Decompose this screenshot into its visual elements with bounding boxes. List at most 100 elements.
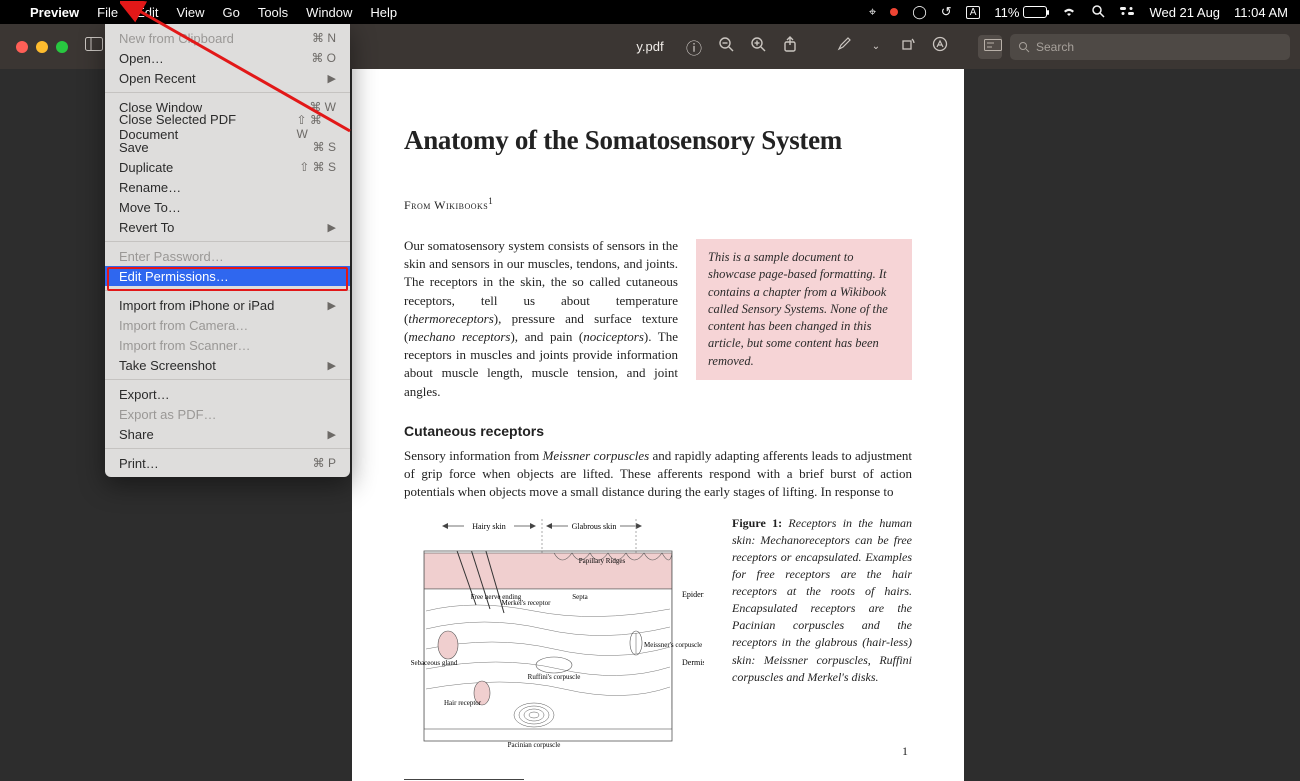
wifi-icon[interactable]	[1061, 5, 1077, 20]
menu-item-label: Revert To	[119, 220, 174, 235]
svg-text:Ruffini's corpuscle: Ruffini's corpuscle	[528, 673, 581, 681]
file-menu-item[interactable]: Export…	[105, 384, 350, 404]
battery-percent-label: 11%	[994, 5, 1019, 20]
status-icon-1[interactable]: ⌖	[869, 4, 876, 20]
submenu-chevron-icon: ▶	[328, 359, 336, 372]
rotate-icon[interactable]	[896, 36, 920, 57]
submenu-chevron-icon: ▶	[328, 299, 336, 312]
highlight-mode-chevron-icon[interactable]: ⌄	[864, 41, 888, 52]
menu-item-label: New from Clipboard	[119, 31, 234, 46]
file-menu-dropdown: New from Clipboard ⌘ N Open… ⌘ O Open Recent…	[105, 24, 350, 477]
menu-item-shortcut: ⇧ ⌘ S	[299, 160, 336, 174]
submenu-chevron-icon: ▶	[328, 72, 336, 85]
file-menu-item[interactable]: Import from iPhone or iPad▶	[105, 295, 350, 315]
menu-item-label: Save	[119, 140, 149, 155]
file-menu-item[interactable]: Open Recent ▶	[105, 68, 350, 88]
battery-status[interactable]: 11%	[994, 5, 1047, 20]
menu-edit[interactable]: Edit	[136, 5, 158, 20]
window-zoom-button[interactable]	[56, 41, 68, 53]
zoom-out-icon[interactable]	[714, 36, 738, 57]
info-icon[interactable]: ⓘ	[682, 35, 706, 59]
menu-item-shortcut: ⌘ N	[312, 31, 336, 45]
search-field[interactable]: Search	[1010, 34, 1290, 60]
document-title: y.pdf	[636, 39, 663, 54]
svg-text:Papillary Ridges: Papillary Ridges	[579, 557, 626, 565]
submenu-chevron-icon: ▶	[328, 428, 336, 441]
spotlight-icon[interactable]	[1091, 4, 1105, 21]
menu-item-label: Edit Permissions…	[119, 269, 229, 284]
sidebar-toggle-icon[interactable]	[82, 37, 106, 56]
file-menu-item[interactable]: Close Selected PDF Document⇧ ⌘ W	[105, 117, 350, 137]
svg-text:Sebaceous gland: Sebaceous gland	[411, 659, 458, 667]
search-placeholder: Search	[1036, 40, 1074, 54]
menu-go[interactable]: Go	[222, 5, 239, 20]
menubar-date[interactable]: Wed 21 Aug	[1149, 5, 1220, 20]
file-menu-item[interactable]: Duplicate ⇧ ⌘ S	[105, 157, 350, 177]
file-menu-item[interactable]: Revert To▶	[105, 217, 350, 237]
footnote-rule	[404, 779, 524, 780]
pdf-page: Anatomy of the Somatosensory System From…	[352, 69, 964, 781]
menu-window[interactable]: Window	[306, 5, 352, 20]
file-menu-item[interactable]: Share ▶	[105, 424, 350, 444]
window-minimize-button[interactable]	[36, 41, 48, 53]
window-controls	[0, 41, 68, 53]
form-fill-icon[interactable]	[978, 35, 1002, 59]
menubar-time[interactable]: 11:04 AM	[1234, 5, 1288, 20]
menu-item-label: Share	[119, 427, 154, 442]
file-menu-item: Export as PDF…	[105, 404, 350, 424]
menu-item-label: Open Recent	[119, 71, 196, 86]
svg-text:Glabrous skin: Glabrous skin	[572, 522, 617, 531]
menu-item-label: Open…	[119, 51, 164, 66]
menu-item-shortcut: ⌘ S	[313, 140, 336, 154]
menu-item-label: Move To…	[119, 200, 181, 215]
recording-indicator-icon[interactable]	[890, 8, 898, 16]
app-name-menu[interactable]: Preview	[30, 5, 79, 20]
markup-icon[interactable]	[928, 36, 952, 57]
menu-item-label: Import from Scanner…	[119, 338, 251, 353]
input-source-indicator[interactable]: A	[966, 6, 981, 19]
svg-text:Meissner's corpuscle: Meissner's corpuscle	[644, 641, 702, 649]
menu-item-label: Duplicate	[119, 160, 173, 175]
control-center-icon[interactable]	[1119, 5, 1135, 20]
page-title: Anatomy of the Somatosensory System	[404, 125, 912, 156]
menu-tools[interactable]: Tools	[258, 5, 288, 20]
time-machine-icon[interactable]: ↺	[941, 4, 952, 20]
page-number: 1	[902, 744, 908, 759]
window-close-button[interactable]	[16, 41, 28, 53]
file-menu-item[interactable]: Print…⌘ P	[105, 453, 350, 473]
svg-text:Merkel's receptor: Merkel's receptor	[502, 599, 552, 607]
menu-item-label: Close Selected PDF Document	[119, 112, 296, 142]
menu-item-shortcut: ⌘ W	[309, 100, 336, 114]
svg-text:Dermis: Dermis	[682, 658, 704, 667]
file-menu-item[interactable]: Rename…	[105, 177, 350, 197]
file-menu-item: New from Clipboard ⌘ N	[105, 28, 350, 48]
menu-item-shortcut: ⌘ O	[311, 51, 336, 65]
svg-text:Epidermis: Epidermis	[682, 590, 704, 599]
menu-help[interactable]: Help	[370, 5, 397, 20]
menu-item-shortcut: ⇧ ⌘ W	[296, 113, 336, 141]
file-menu-item: Import from Scanner…	[105, 335, 350, 355]
share-icon[interactable]	[778, 36, 802, 57]
file-menu-item[interactable]: Edit Permissions…	[105, 266, 350, 286]
sample-callout: This is a sample document to showcase pa…	[696, 239, 912, 380]
menu-item-label: Rename…	[119, 180, 181, 195]
zoom-in-icon[interactable]	[746, 36, 770, 57]
file-menu-item[interactable]: Take Screenshot ▶	[105, 355, 350, 375]
svg-text:Pacinian corpuscle: Pacinian corpuscle	[508, 741, 561, 749]
status-icon-shield[interactable]: ◯	[912, 4, 927, 20]
menubar: Preview File Edit View Go Tools Window H…	[0, 0, 1300, 24]
svg-text:Hair receptor: Hair receptor	[444, 699, 482, 707]
file-menu-item[interactable]: Open… ⌘ O	[105, 48, 350, 68]
menu-file[interactable]: File	[97, 5, 118, 20]
menu-item-label: Import from Camera…	[119, 318, 248, 333]
menu-item-label: Take Screenshot	[119, 358, 216, 373]
file-menu-item: Enter Password…	[105, 246, 350, 266]
file-menu-item[interactable]: Move To…	[105, 197, 350, 217]
source-line: From Wikibooks1	[404, 196, 912, 213]
menu-view[interactable]: View	[177, 5, 205, 20]
svg-text:Septa: Septa	[572, 593, 588, 601]
highlight-icon[interactable]	[832, 36, 856, 57]
paragraph-2: Sensory information from Meissner corpus…	[404, 447, 912, 502]
menu-item-shortcut: ⌘ P	[313, 456, 336, 470]
search-icon	[1018, 41, 1030, 53]
